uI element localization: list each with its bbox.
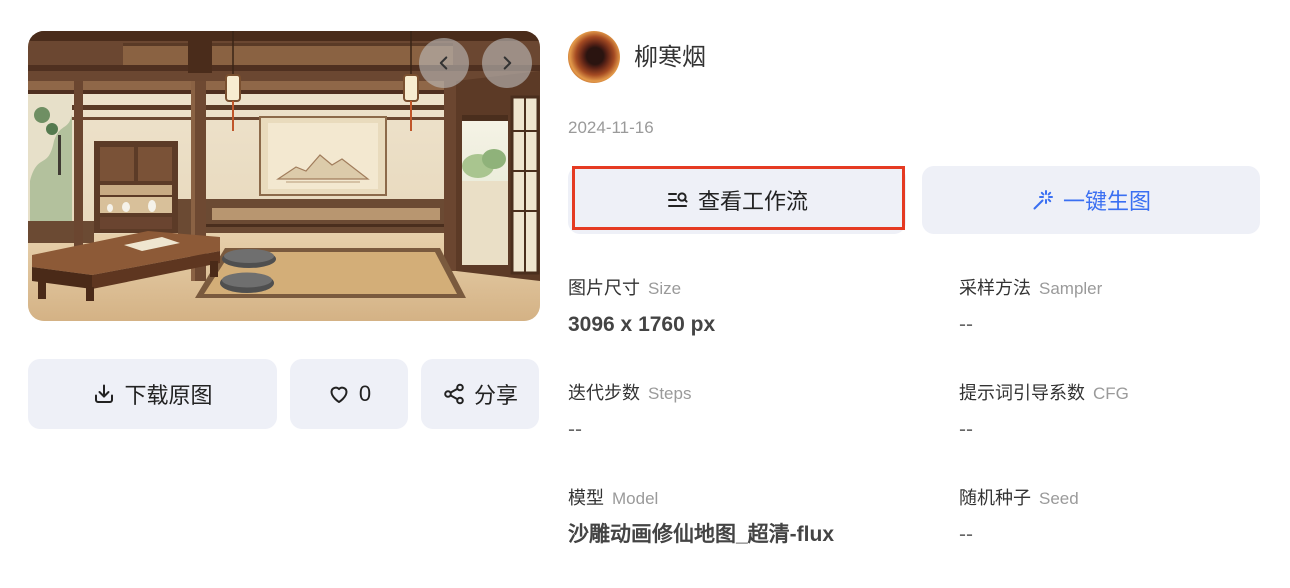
download-original-button[interactable]: 下载原图 — [28, 359, 277, 429]
param-label-en: Model — [612, 489, 659, 508]
param-label: 随机种子 Seed — [959, 482, 1279, 514]
next-image-button[interactable] — [482, 38, 532, 88]
doorway — [456, 71, 540, 281]
param-label: 图片尺寸 Size — [568, 272, 959, 304]
chevron-right-icon — [503, 56, 512, 70]
param-steps: 迭代步数 Steps -- — [568, 377, 959, 482]
heart-icon — [330, 386, 348, 403]
param-cfg: 提示词引导系数 CFG -- — [959, 377, 1279, 482]
display-cabinet — [94, 141, 178, 233]
magic-wand-icon — [1033, 190, 1053, 210]
param-label: 模型 Model — [568, 482, 959, 514]
preview-image[interactable] — [28, 31, 540, 321]
share-label: 分享 — [473, 383, 518, 408]
param-label: 采样方法 Sampler — [959, 272, 1279, 304]
param-label: 提示词引导系数 CFG — [959, 377, 1279, 409]
param-value: -- — [959, 418, 973, 441]
download-label: 下载原图 — [124, 383, 213, 408]
share-icon — [444, 383, 464, 405]
publish-date: 2024-11-16 — [568, 118, 654, 137]
param-label-en: CFG — [1093, 384, 1129, 403]
view-workflow-button[interactable]: 查看工作流 — [568, 166, 906, 234]
chevron-left-icon — [439, 56, 448, 70]
param-model: 模型 Model 沙雕动画修仙地图_超清-flux — [568, 482, 959, 587]
prev-image-button[interactable] — [419, 38, 469, 88]
wall-painting — [28, 95, 72, 221]
param-label-cn: 迭代步数 — [568, 383, 640, 403]
param-value: -- — [959, 523, 973, 546]
download-icon — [95, 384, 114, 403]
param-label-cn: 模型 — [568, 488, 604, 508]
param-seed: 随机种子 Seed -- — [959, 482, 1279, 587]
author-name[interactable]: 柳寒烟 — [634, 42, 706, 74]
param-label-cn: 随机种子 — [959, 488, 1031, 508]
param-value: 沙雕动画修仙地图_超清-flux — [568, 523, 835, 546]
param-label-en: Steps — [648, 384, 692, 403]
view-workflow-label: 查看工作流 — [697, 189, 808, 214]
share-button[interactable]: 分享 — [421, 359, 539, 429]
like-button[interactable]: 0 — [290, 359, 408, 429]
generation-params: 图片尺寸 Size 3096 x 1760 px 采样方法 Sampler -- 迭… — [568, 272, 1279, 587]
param-sampler: 采样方法 Sampler -- — [959, 272, 1279, 377]
param-label-en: Size — [648, 279, 682, 298]
param-label: 迭代步数 Steps — [568, 377, 959, 409]
workflow-icon — [667, 192, 688, 207]
generate-image-button[interactable]: 一键生图 — [922, 166, 1260, 234]
avatar[interactable] — [568, 31, 620, 83]
hanging-scroll — [259, 116, 387, 196]
param-label-cn: 采样方法 — [959, 278, 1031, 298]
param-value: -- — [959, 313, 973, 336]
generate-label: 一键生图 — [1062, 189, 1151, 214]
param-label-cn: 图片尺寸 — [568, 278, 640, 298]
param-size: 图片尺寸 Size 3096 x 1760 px — [568, 272, 959, 377]
param-label-en: Seed — [1039, 489, 1079, 508]
param-value: -- — [568, 418, 582, 441]
param-label-en: Sampler — [1039, 279, 1103, 298]
param-label-cn: 提示词引导系数 — [959, 383, 1085, 403]
param-value: 3096 x 1760 px — [568, 313, 716, 336]
like-count: 0 — [358, 381, 372, 406]
